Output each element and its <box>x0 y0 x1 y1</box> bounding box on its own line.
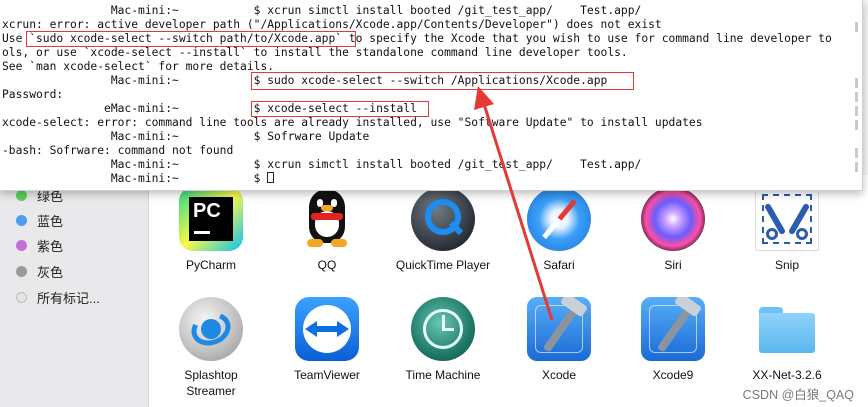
terminal-window[interactable]: Mac-mini:~ $ xcrun simctl install booted… <box>0 0 863 191</box>
sidebar-tag-label: 所有标记... <box>37 290 100 306</box>
terminal-line: Mac-mini:~ $ xcrun simctl install booted… <box>2 4 642 17</box>
app-xcode9[interactable]: Xcode9 <box>615 297 731 383</box>
highlight-box-install-command <box>251 101 429 117</box>
app-label: Xcode9 <box>652 368 694 382</box>
app-label: PyCharm <box>185 258 236 272</box>
time-machine-icon <box>411 297 475 361</box>
terminal-line: xcode-select: error: command line tools … <box>2 116 703 129</box>
pycharm-icon: PC <box>179 187 243 251</box>
scroll-marker <box>855 148 858 158</box>
purple-tag-dot-icon <box>16 239 27 251</box>
splashtop-icon <box>179 297 243 361</box>
blue-tag-dot-icon <box>16 214 27 226</box>
app-label: QQ <box>317 258 337 272</box>
terminal-line: See `man xcode-select` for more details. <box>2 60 275 73</box>
folder-icon <box>755 297 819 361</box>
app-snip[interactable]: Snip <box>729 187 845 273</box>
app-label: TeamViewer <box>294 368 360 382</box>
highlight-box-switch-command <box>251 72 634 90</box>
app-label-line2: Streamer <box>186 384 236 398</box>
app-label: XX-Net-3.2.6 <box>752 368 822 382</box>
scroll-marker <box>855 106 858 116</box>
app-label: Xcode <box>541 368 577 382</box>
app-time-machine[interactable]: Time Machine <box>385 297 501 383</box>
all-tags-dot-icon <box>16 291 27 303</box>
teamviewer-icon <box>295 297 359 361</box>
scroll-marker <box>855 120 858 130</box>
app-xcode[interactable]: Xcode <box>501 297 617 383</box>
green-tag-dot-icon <box>16 189 27 201</box>
app-label: Safari <box>543 258 575 272</box>
app-teamviewer[interactable]: TeamViewer <box>269 297 385 383</box>
terminal-line: Password: <box>2 88 64 101</box>
terminal-line: ols, or use `xcode-select --install` to … <box>2 46 628 59</box>
app-label-line1: Splashtop <box>184 368 238 382</box>
sidebar-tag-blue[interactable]: 蓝色 <box>16 210 63 230</box>
app-quicktime[interactable]: QuickTime Player <box>385 187 501 273</box>
scroll-marker <box>855 162 858 172</box>
app-label: Snip <box>774 258 800 272</box>
sidebar-tag-label: 紫色 <box>37 238 64 254</box>
sidebar-tag-gray[interactable]: 灰色 <box>16 261 63 281</box>
app-label: Siri <box>664 258 682 272</box>
sidebar-tag-label: 蓝色 <box>37 213 64 229</box>
terminal-line: -bash: Sofrware: command not found <box>2 144 234 157</box>
app-pycharm[interactable]: PC PyCharm <box>153 187 269 273</box>
xcode-hammer-icon <box>641 297 705 361</box>
highlight-box-suggestion <box>26 31 356 47</box>
qq-penguin-icon <box>295 187 359 251</box>
terminal-line: Mac-mini:~ $ <box>2 172 268 185</box>
app-qq[interactable]: QQ <box>269 187 385 273</box>
watermark: CSDN @白狼_QAQ <box>742 388 854 402</box>
sidebar-all-tags[interactable]: 所有标记... <box>16 287 100 307</box>
app-label: QuickTime Player <box>395 258 491 272</box>
app-splashtop-streamer[interactable]: Splashtop Streamer <box>153 297 269 399</box>
safari-compass-icon <box>527 187 591 251</box>
terminal-line: Mac-mini:~ $ xcrun simctl install booted… <box>2 158 642 171</box>
scissors-icon <box>755 187 819 251</box>
terminal-line: Mac-mini:~ $ Sofrware Update <box>2 130 370 143</box>
applications-grid: PC PyCharm QQ QuickTime Player Safari Si… <box>149 175 868 407</box>
xcode-hammer-icon <box>527 297 591 361</box>
siri-icon <box>641 187 705 251</box>
sidebar-tag-label: 灰色 <box>37 264 64 280</box>
sidebar-tag-purple[interactable]: 紫色 <box>16 235 63 255</box>
terminal-prompt-line[interactable]: Mac-mini:~ $ <box>2 172 275 186</box>
scroll-marker <box>855 78 858 88</box>
terminal-line: xcrun: error: active developer path ("/A… <box>2 18 662 31</box>
terminal-cursor <box>267 172 275 183</box>
gray-tag-dot-icon <box>16 265 27 277</box>
app-label: Time Machine <box>405 368 481 382</box>
scroll-marker <box>855 92 858 102</box>
app-siri[interactable]: Siri <box>615 187 731 273</box>
scroll-marker <box>855 22 858 32</box>
app-xx-net-folder[interactable]: XX-Net-3.2.6 <box>729 297 845 383</box>
finder-sidebar: 绿色 蓝色 紫色 灰色 所有标记... <box>0 175 149 407</box>
app-safari[interactable]: Safari <box>501 187 617 273</box>
quicktime-icon <box>411 187 475 251</box>
